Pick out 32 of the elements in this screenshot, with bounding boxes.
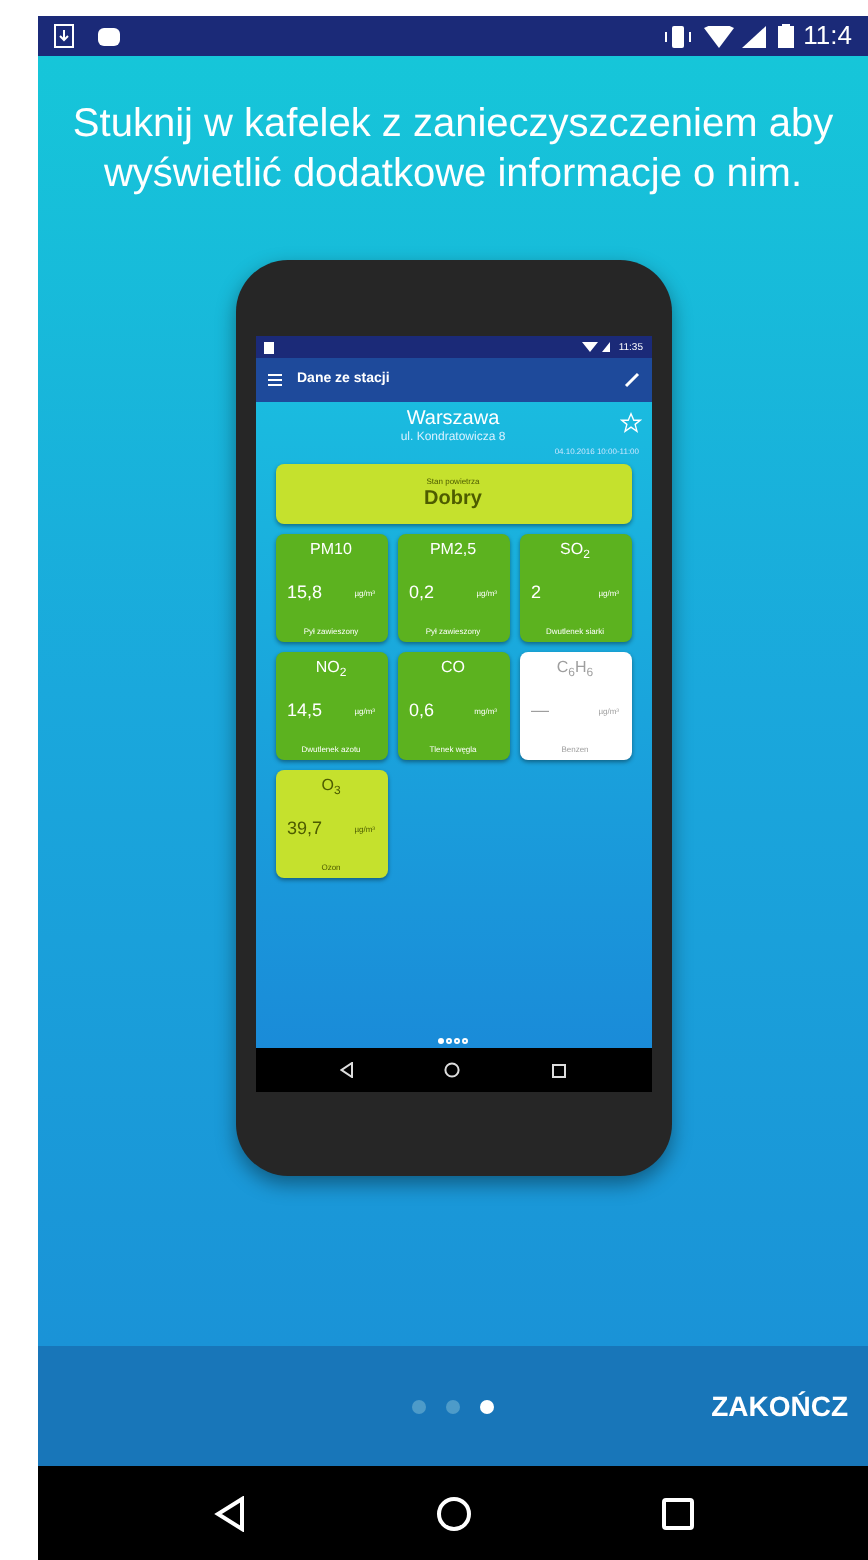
pollutant-value: 39,7 bbox=[287, 818, 323, 840]
pollutant-value: 2 bbox=[531, 582, 542, 604]
instruction-text: Stuknij w kafelek z zanieczyszczeniem aby wyświetlić dodatkowe informacje o nim. bbox=[70, 100, 836, 200]
battery-icon bbox=[777, 24, 794, 48]
pollutant-name: SO$_{2}$ bbox=[560, 540, 590, 560]
star-icon[interactable] bbox=[619, 412, 641, 434]
station-city: Warszawa bbox=[406, 408, 500, 431]
notification-icon bbox=[263, 341, 273, 353]
back-icon[interactable] bbox=[340, 1062, 355, 1078]
recents-icon[interactable] bbox=[551, 1063, 566, 1077]
download-icon bbox=[54, 24, 74, 48]
signal-icon bbox=[741, 25, 766, 47]
menu-icon[interactable] bbox=[267, 374, 281, 386]
pollutant-value: 15,8 bbox=[287, 582, 323, 604]
home-icon[interactable] bbox=[444, 1062, 461, 1078]
finish-button[interactable]: ZAKOŃCZ bbox=[628, 1385, 868, 1427]
signal-icon bbox=[582, 342, 615, 352]
pollutant-value: — bbox=[531, 700, 549, 722]
pollutant-value: 14,5 bbox=[287, 700, 323, 722]
pollutant-name: NO$_{2}$ bbox=[315, 658, 347, 678]
clock-time: 11:4 bbox=[803, 18, 852, 55]
pollutant-name: CO bbox=[441, 658, 465, 678]
vibrate-icon bbox=[663, 25, 692, 47]
pollutant-value: 0,2 bbox=[409, 582, 435, 604]
pollutant-name: O$_{3}$ bbox=[321, 776, 341, 796]
wifi-icon bbox=[703, 25, 734, 47]
air-quality-value: Dobry bbox=[424, 488, 482, 512]
pollutant-name: PM10 bbox=[310, 540, 352, 560]
pencil-icon[interactable] bbox=[623, 372, 639, 388]
pollutant-name: C$_{6}$H$_{6}$ bbox=[556, 658, 594, 678]
pollutant-name: PM2,5 bbox=[429, 540, 477, 560]
pollutant-value: 0,6 bbox=[409, 700, 435, 722]
